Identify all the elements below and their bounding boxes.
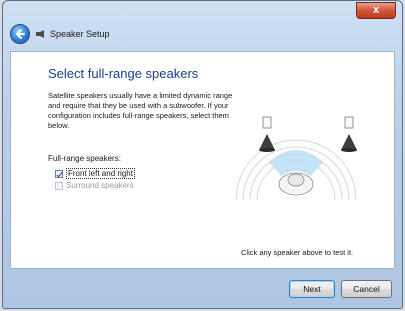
window-title: Speaker Setup (50, 29, 110, 39)
front-right-speaker-icon[interactable] (341, 116, 357, 152)
front-left-speaker-icon[interactable] (259, 116, 275, 152)
content-panel: Select full-range speakers Satellite spe… (10, 51, 395, 269)
full-range-label: Full-range speakers: (48, 154, 121, 163)
next-button[interactable]: Next (289, 280, 335, 298)
front-left-right-checkbox[interactable]: Front left and right (55, 168, 135, 179)
test-hint-text: Click any speaker above to test it. (241, 248, 354, 257)
checkbox-box (55, 181, 63, 190)
listener-icon (278, 172, 314, 196)
checkbox-box[interactable] (55, 169, 63, 178)
surround-speakers-checkbox: Surround speakers (55, 181, 134, 190)
speaker-layout-diagram (235, 116, 357, 201)
checkbox-label: Surround speakers (66, 181, 134, 190)
checkbox-label: Front left and right (66, 168, 135, 179)
page-heading: Select full-range speakers (48, 66, 199, 81)
description-text: Satellite speakers usually have a limite… (48, 91, 233, 130)
speaker-setup-window: x Speaker Setup Select full-range speake… (2, 0, 403, 309)
speaker-icon (36, 30, 44, 38)
cancel-button[interactable]: Cancel (341, 280, 392, 298)
back-arrow-icon (16, 29, 25, 39)
close-button[interactable]: x (356, 2, 396, 19)
back-button[interactable] (10, 24, 30, 44)
